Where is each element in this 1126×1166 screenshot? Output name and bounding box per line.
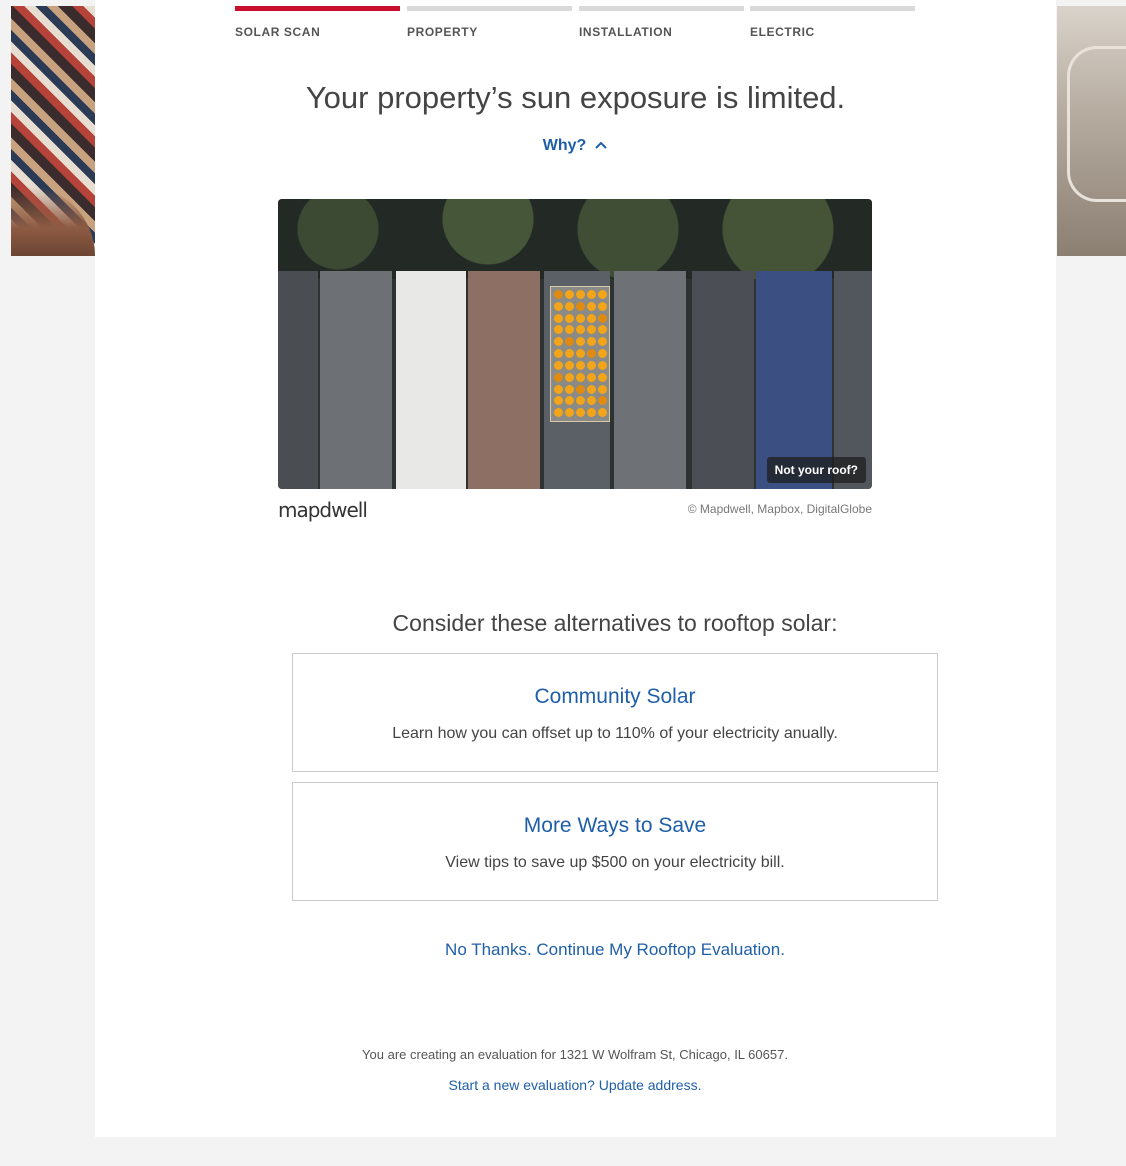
main-card: SOLAR SCAN PROPERTY INSTALLATION ELECTRI… [95,0,1056,1137]
solar-cell [554,290,563,299]
solar-cell [598,313,607,323]
step-solar-scan: SOLAR SCAN [235,6,400,39]
solar-cell [554,337,563,347]
solar-cell [565,337,574,347]
solar-panel-grid [550,286,610,422]
solar-cell [587,337,596,347]
solar-cell [598,396,607,406]
solar-cell [576,290,585,299]
solar-cell [576,360,585,370]
step-label: ELECTRIC [750,25,815,39]
map-attribution: © Mapdwell, Mapbox, DigitalGlobe [687,502,872,516]
solar-cell [554,396,563,406]
step-installation: INSTALLATION [579,6,744,39]
step-bar [579,6,744,11]
solar-cell [598,325,607,335]
step-label: INSTALLATION [579,25,673,39]
solar-cell [576,337,585,347]
step-electric: ELECTRIC [750,6,915,39]
house-roof [320,271,392,489]
house-roof [396,271,466,489]
solar-cell [598,337,607,347]
background-photo-right [1057,6,1126,256]
solar-cell [587,396,596,406]
solar-cell [587,290,596,299]
option-description: View tips to save up $500 on your electr… [445,854,785,871]
solar-cell [554,360,563,370]
solar-cell [565,360,574,370]
continue-rooftop-evaluation-link[interactable]: No Thanks. Continue My Rooftop Evaluatio… [95,940,1126,960]
option-title: More Ways to Save [523,814,707,837]
solar-cell [587,408,596,418]
solar-cell [576,372,585,382]
mapdwell-logo: mapdwell [278,498,370,527]
solar-cell [587,384,596,394]
community-solar-card[interactable]: Community Solar Learn how you can offset… [292,653,938,772]
solar-cell [587,372,596,382]
solar-cell [565,301,574,311]
solar-cell [598,301,607,311]
progress-steps: SOLAR SCAN PROPERTY INSTALLATION ELECTRI… [235,6,919,46]
solar-cell [554,301,563,311]
not-your-roof-button[interactable]: Not your roof? [766,457,866,483]
svg-text:mapdwell: mapdwell [278,498,367,522]
mapdwell-logo-mark: mapdwell [278,498,368,522]
solar-cell [565,396,574,406]
solar-cell [554,313,563,323]
background-photo-left [11,6,95,256]
solar-cell [598,349,607,359]
step-bar [407,6,572,11]
solar-cell [565,313,574,323]
solar-cell [598,372,607,382]
house-roof [614,271,686,489]
solar-cell [576,313,585,323]
step-bar [750,6,915,11]
solar-cell [576,325,585,335]
solar-cell [554,349,563,359]
why-toggle[interactable]: Why? [95,137,1056,155]
solar-cell [565,384,574,394]
option-title: Community Solar [534,685,696,708]
step-property: PROPERTY [407,6,572,39]
tree-canopy [278,199,872,279]
more-ways-to-save-card[interactable]: More Ways to Save View tips to save up $… [292,782,938,901]
solar-cell [576,384,585,394]
solar-cell [598,290,607,299]
solar-cell [587,313,596,323]
step-bar [235,6,400,11]
solar-cell [576,396,585,406]
solar-cell [587,301,596,311]
solar-cell [598,384,607,394]
solar-cell [576,408,585,418]
solar-cell [565,349,574,359]
option-description: Learn how you can offset up to 110% of y… [392,725,838,742]
solar-cell [598,408,607,418]
update-address-link[interactable]: Start a new evaluation? Update address. [95,1077,1055,1093]
solar-cell [587,360,596,370]
solar-cell [587,325,596,335]
solar-cell [576,301,585,311]
house-roof [468,271,540,489]
solar-cell [554,372,563,382]
evaluation-address-note: You are creating an evaluation for 1321 … [362,1047,788,1062]
solar-cell [565,325,574,335]
solar-cell [598,360,607,370]
solar-cell [554,384,563,394]
house-roof [692,271,754,489]
solar-cell [587,349,596,359]
house-roof [278,271,318,489]
step-label: PROPERTY [407,25,478,39]
chevron-up-icon [594,137,608,153]
why-label: Why? [542,137,587,154]
roof-satellite-map[interactable]: Not your roof? [278,199,872,489]
solar-cell [565,408,574,418]
page-title: Your property’s sun exposure is limited. [305,80,846,115]
solar-cell [554,325,563,335]
solar-cell [565,372,574,382]
solar-cell [565,290,574,299]
solar-cell [576,349,585,359]
solar-cell [554,408,563,418]
alternatives-title: Consider these alternatives to rooftop s… [392,610,838,636]
step-label: SOLAR SCAN [235,25,321,39]
